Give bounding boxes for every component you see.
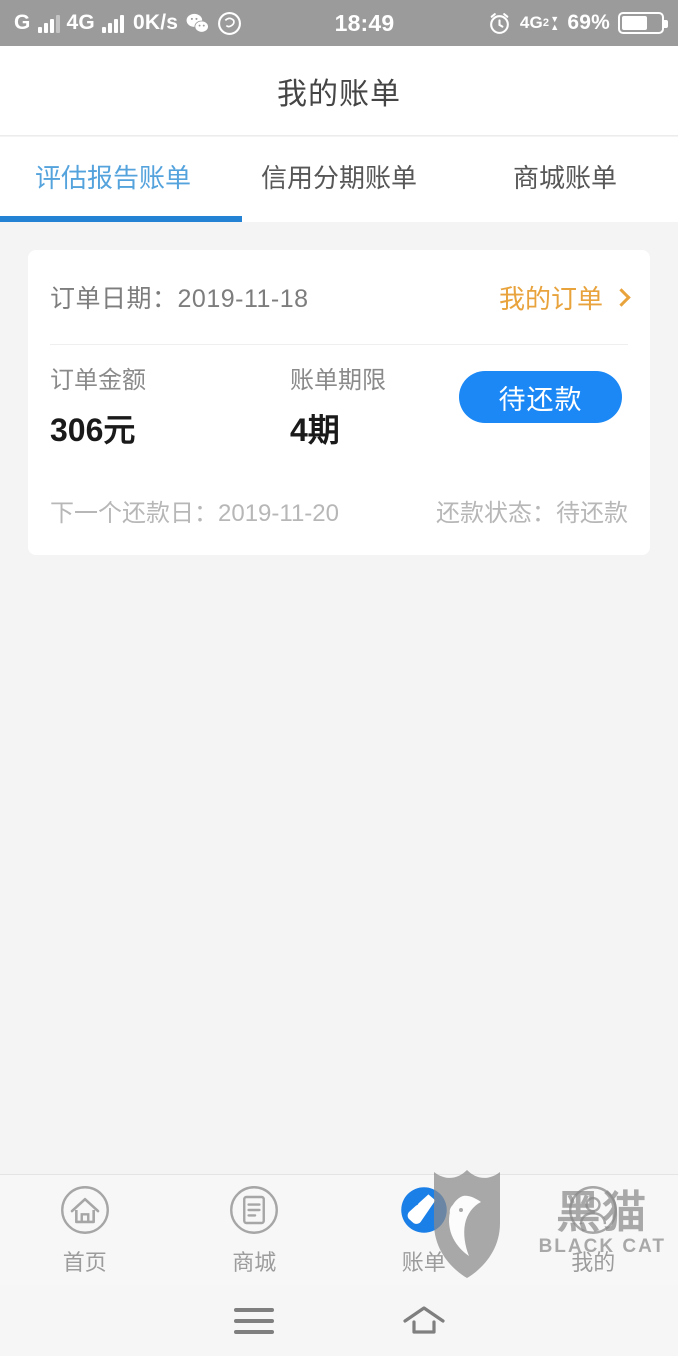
- tab-credit-installment-bill[interactable]: 信用分期账单: [226, 137, 452, 222]
- system-recents-button[interactable]: [170, 1307, 340, 1334]
- app-screen: G 4G 0K/s 18:49 4G 2 ▼ ▲ 69% 我的账单 评估报告账单…: [0, 0, 678, 1356]
- data-badge-sub: 2: [542, 17, 550, 29]
- tab-label: 商城账单: [512, 163, 617, 193]
- network-label: 4G: [66, 11, 95, 34]
- tab-assessment-report-bill[interactable]: 评估报告账单: [0, 137, 226, 222]
- home-nav-icon: [403, 1305, 445, 1334]
- alarm-clock-icon: [489, 12, 509, 34]
- status-bar-right: 4G 2 ▼ ▲ 69%: [487, 11, 668, 36]
- status-bar-left: G 4G 0K/s: [14, 11, 242, 36]
- battery-icon: [618, 12, 668, 34]
- next-repayment-date: 下一个还款日：2019-11-20: [50, 493, 339, 528]
- order-date-label: 订单日期：: [50, 285, 178, 313]
- recents-icon: [234, 1307, 275, 1334]
- data-activity-icon: 4G 2 ▼ ▲: [520, 13, 560, 33]
- repay-button[interactable]: 待还款: [459, 371, 622, 423]
- person-icon: [569, 1185, 618, 1234]
- home-icon: [60, 1185, 109, 1234]
- tab-label: 信用分期账单: [260, 163, 417, 193]
- tag-icon: [401, 1186, 447, 1233]
- app-icon: [218, 11, 242, 35]
- nav-label: 商城: [232, 1249, 277, 1275]
- next-repayment-value: 2019-11-20: [218, 499, 339, 527]
- nav-item-profile[interactable]: 我的: [509, 1184, 678, 1277]
- bill-card-footer-row: 下一个还款日：2019-11-20 还款状态：待还款: [28, 465, 650, 555]
- order-amount-value: 306元: [50, 411, 136, 448]
- data-arrows-icon: ▼ ▲: [550, 14, 560, 32]
- order-date-value: 2019-11-18: [177, 285, 309, 313]
- repayment-status: 还款状态：待还款: [436, 493, 628, 528]
- carrier-label: G: [14, 11, 31, 34]
- bill-term-label: 账单期限: [290, 366, 386, 394]
- next-repayment-label: 下一个还款日：: [50, 499, 218, 527]
- repayment-status-value: 待还款: [556, 499, 628, 527]
- my-orders-link[interactable]: 我的订单: [498, 279, 631, 316]
- system-navigation-bar: [0, 1285, 678, 1356]
- page-title: 我的账单: [277, 77, 401, 111]
- order-date: 订单日期：2019-11-18: [50, 279, 309, 315]
- clock-label: 18:49: [334, 9, 395, 36]
- nav-item-mall[interactable]: 商城: [170, 1184, 340, 1277]
- nav-item-bill[interactable]: 账单: [339, 1184, 509, 1277]
- nav-label: 账单: [401, 1249, 446, 1275]
- chevron-right-icon: [612, 287, 631, 307]
- page-header: 我的账单: [0, 46, 678, 136]
- data-badge-label: 4G: [519, 13, 543, 32]
- bill-term-value: 4期: [290, 411, 340, 448]
- repayment-status-label: 还款状态：: [436, 499, 556, 527]
- battery-percent-label: 69%: [567, 11, 610, 34]
- bill-card-detail-row: 订单金额 306元 账单期限 4期 待还款: [28, 345, 650, 465]
- my-orders-label: 我的订单: [498, 283, 603, 314]
- content-area: 订单日期：2019-11-18 我的订单 订单金额 306元 账单期限 4期 待…: [0, 222, 678, 1174]
- bill-term-field: 账单期限 4期: [290, 360, 460, 451]
- tab-mall-bill[interactable]: 商城账单: [452, 137, 678, 222]
- wechat-icon: [186, 13, 209, 33]
- bottom-navigation-bar: 首页 商城 账单 我的: [0, 1174, 678, 1285]
- signal-bars-icon-2: [101, 14, 124, 33]
- bill-card-header-row: 订单日期：2019-11-18 我的订单: [28, 250, 650, 344]
- nav-label: 我的: [571, 1249, 616, 1275]
- nav-item-home[interactable]: 首页: [0, 1184, 170, 1277]
- status-bar-center: 18:49: [242, 10, 487, 37]
- tab-bar: 评估报告账单 信用分期账单 商城账单: [0, 137, 678, 222]
- tab-label: 评估报告账单: [34, 163, 191, 193]
- order-amount-field: 订单金额 306元: [50, 360, 290, 451]
- order-amount-label: 订单金额: [50, 366, 146, 394]
- nav-label: 首页: [62, 1249, 107, 1275]
- bill-card[interactable]: 订单日期：2019-11-18 我的订单 订单金额 306元 账单期限 4期 待…: [28, 250, 650, 555]
- store-icon: [230, 1185, 279, 1234]
- signal-bars-icon: [37, 14, 60, 33]
- status-bar: G 4G 0K/s 18:49 4G 2 ▼ ▲ 69%: [0, 0, 678, 46]
- data-speed-label: 0K/s: [132, 11, 179, 34]
- system-home-button[interactable]: [339, 1304, 509, 1338]
